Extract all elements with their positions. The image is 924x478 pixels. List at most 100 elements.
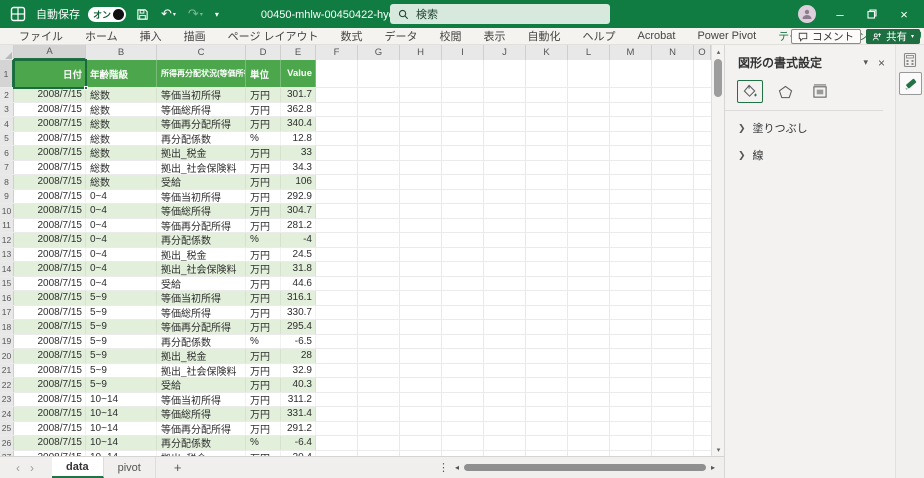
cell[interactable]: 5~9 (86, 378, 157, 392)
cell[interactable]: 等価総所得 (157, 103, 246, 117)
size-properties-tab[interactable] (807, 80, 833, 103)
column-header-i[interactable]: I (442, 45, 484, 60)
empty-cells[interactable] (316, 407, 711, 421)
ribbon-tab[interactable]: Acrobat (627, 30, 687, 42)
empty-cells[interactable] (316, 262, 711, 276)
row-header-12[interactable]: 12 (0, 233, 14, 247)
search-input[interactable]: 検索 (390, 4, 610, 24)
excel-app-icon[interactable] (10, 6, 26, 22)
cell[interactable]: 32.9 (281, 364, 316, 378)
empty-cells[interactable] (316, 146, 711, 160)
cell[interactable]: 34.3 (281, 161, 316, 175)
cell[interactable]: 万円 (246, 320, 281, 334)
cell[interactable]: 5~9 (86, 306, 157, 320)
cell[interactable]: -6.4 (281, 436, 316, 450)
cell[interactable]: 万円 (246, 219, 281, 233)
cell[interactable]: 5~9 (86, 291, 157, 305)
cell[interactable]: 総数 (86, 161, 157, 175)
row-header-18[interactable]: 18 (0, 320, 14, 334)
cell[interactable]: 万円 (246, 407, 281, 421)
row-header-24[interactable]: 24 (0, 407, 14, 421)
column-header-c[interactable]: C (157, 45, 246, 60)
format-pane-button[interactable] (899, 72, 922, 95)
add-sheet-button[interactable]: + (174, 460, 182, 475)
column-header-k[interactable]: K (526, 45, 568, 60)
restore-button[interactable] (864, 7, 880, 22)
scroll-right-icon[interactable]: ▸ (708, 463, 718, 472)
empty-cells[interactable] (316, 60, 711, 87)
empty-cells[interactable] (316, 161, 711, 175)
cell[interactable]: 万円 (246, 248, 281, 262)
cell[interactable]: 総数 (86, 146, 157, 160)
cell[interactable]: 総数 (86, 132, 157, 146)
cell[interactable]: 330.7 (281, 306, 316, 320)
row-header-2[interactable]: 2 (0, 88, 14, 102)
cell[interactable]: 2008/7/15 (14, 204, 86, 218)
cell[interactable]: 10~14 (86, 436, 157, 450)
cell[interactable]: 316.1 (281, 291, 316, 305)
cell[interactable]: 2008/7/15 (14, 393, 86, 407)
autosave-toggle[interactable]: オン (88, 7, 126, 22)
sheet-tab-data[interactable]: data (52, 457, 104, 478)
empty-cells[interactable] (316, 364, 711, 378)
cell[interactable]: 2008/7/15 (14, 407, 86, 421)
cell[interactable]: 2008/7/15 (14, 262, 86, 276)
cell[interactable]: 340.4 (281, 117, 316, 131)
column-header-l[interactable]: L (568, 45, 610, 60)
row-header-11[interactable]: 11 (0, 219, 14, 233)
cell[interactable]: 等価当初所得 (157, 393, 246, 407)
cell[interactable]: 万円 (246, 291, 281, 305)
cell[interactable]: 2008/7/15 (14, 291, 86, 305)
effects-tab[interactable] (772, 80, 798, 103)
row-header-20[interactable]: 20 (0, 349, 14, 363)
row-header-7[interactable]: 7 (0, 161, 14, 175)
undo-icon[interactable]: ↶▾ (161, 6, 176, 22)
row-header-15[interactable]: 15 (0, 277, 14, 291)
column-header-j[interactable]: J (484, 45, 526, 60)
row-header-4[interactable]: 4 (0, 117, 14, 131)
cell[interactable]: 2008/7/15 (14, 219, 86, 233)
cell[interactable]: 2008/7/15 (14, 248, 86, 262)
customize-qat-icon[interactable]: ▾ (215, 10, 219, 19)
empty-cells[interactable] (316, 248, 711, 262)
row-header-22[interactable]: 22 (0, 378, 14, 392)
empty-cells[interactable] (316, 219, 711, 233)
cell[interactable]: 所得再分配状況(等価所得) (157, 60, 246, 87)
horizontal-scroll-track[interactable] (462, 460, 708, 475)
cell[interactable]: Value (281, 60, 316, 87)
cell[interactable]: 2008/7/15 (14, 190, 86, 204)
cell[interactable]: 10~14 (86, 393, 157, 407)
cell[interactable]: 万円 (246, 190, 281, 204)
row-header-26[interactable]: 26 (0, 436, 14, 450)
cell[interactable]: 2008/7/15 (14, 146, 86, 160)
cell[interactable]: 2008/7/15 (14, 436, 86, 450)
row-header-8[interactable]: 8 (0, 175, 14, 189)
cell[interactable]: 33 (281, 146, 316, 160)
panel-close-icon[interactable]: × (878, 56, 885, 70)
cell[interactable]: 年齢階級 (86, 60, 157, 87)
cell[interactable]: 0~4 (86, 262, 157, 276)
cell[interactable]: 2008/7/15 (14, 132, 86, 146)
cell[interactable]: 2008/7/15 (14, 88, 86, 102)
cell[interactable]: 日付 (14, 60, 86, 87)
row-header-14[interactable]: 14 (0, 262, 14, 276)
row-header-25[interactable]: 25 (0, 422, 14, 436)
calculator-icon[interactable] (902, 52, 918, 68)
share-button[interactable]: 共有 ▾ (866, 29, 920, 44)
cell[interactable]: 0~4 (86, 248, 157, 262)
close-button[interactable]: × (896, 7, 912, 22)
row-header-3[interactable]: 3 (0, 103, 14, 117)
cell[interactable]: 総数 (86, 117, 157, 131)
cell[interactable]: 万円 (246, 306, 281, 320)
cell[interactable]: 295.4 (281, 320, 316, 334)
cell[interactable]: 再分配係数 (157, 335, 246, 349)
cell[interactable]: 万円 (246, 146, 281, 160)
cell[interactable]: % (246, 233, 281, 247)
cell[interactable]: 2008/7/15 (14, 233, 86, 247)
ribbon-tab[interactable]: ヘルプ (572, 28, 627, 44)
cell[interactable]: 2008/7/15 (14, 306, 86, 320)
row-header-19[interactable]: 19 (0, 335, 14, 349)
cell[interactable]: 0~4 (86, 277, 157, 291)
line-section[interactable]: ❯ 線 (725, 138, 895, 165)
cell[interactable]: 総数 (86, 103, 157, 117)
